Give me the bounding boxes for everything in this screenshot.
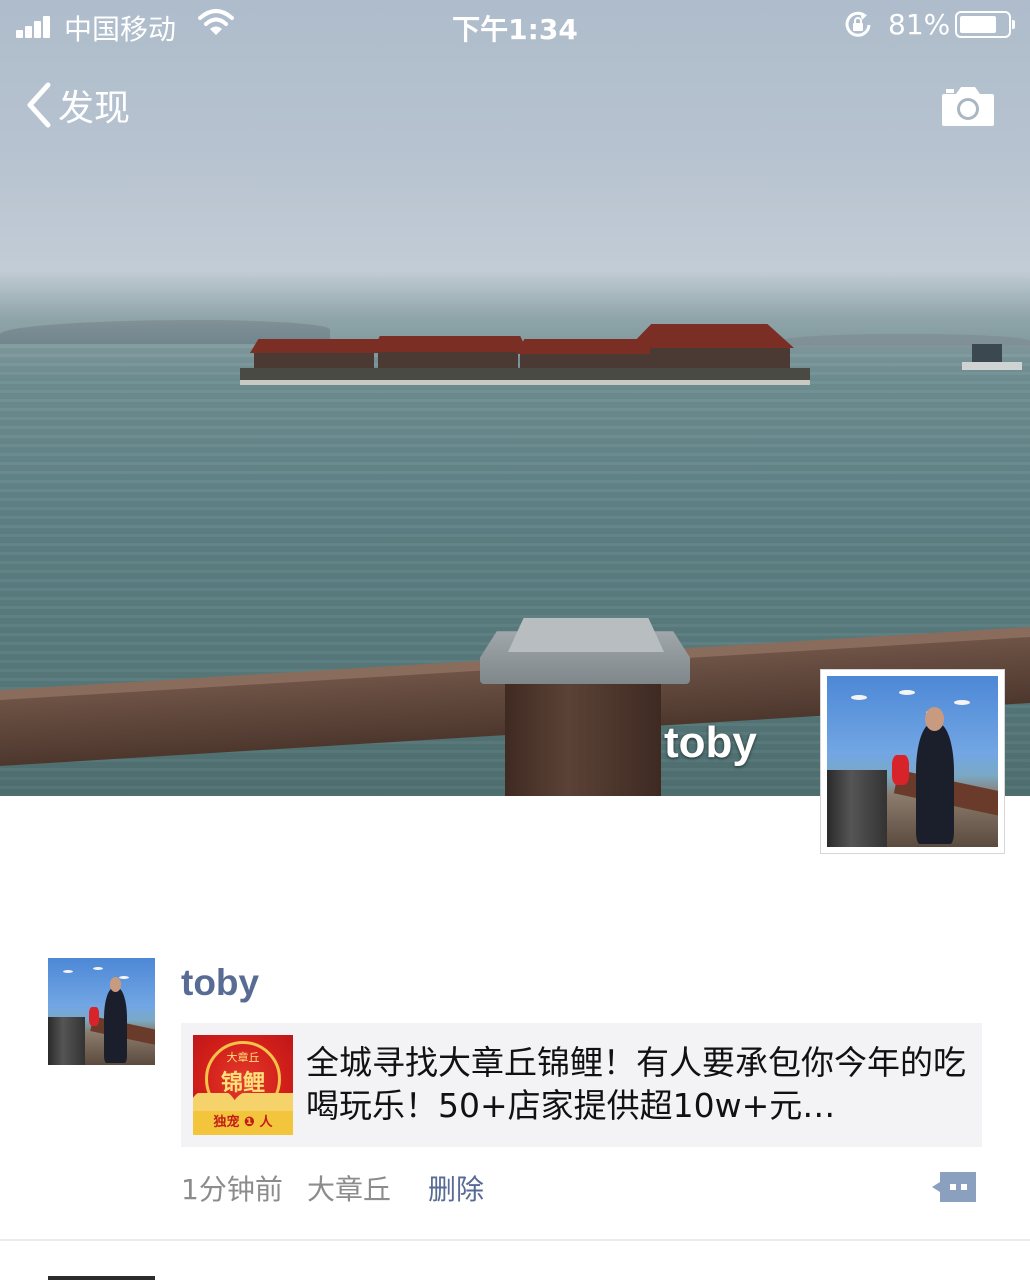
battery-icon bbox=[955, 11, 1015, 38]
floating-houses bbox=[240, 324, 810, 390]
chevron-left-icon bbox=[27, 82, 51, 128]
comment-icon[interactable] bbox=[930, 1170, 978, 1204]
back-label: 发现 bbox=[58, 88, 131, 129]
profile-avatar[interactable] bbox=[820, 669, 1005, 854]
post-author-name[interactable]: toby bbox=[181, 962, 259, 1004]
cover-user-name: toby bbox=[664, 718, 757, 767]
post-author-avatar[interactable] bbox=[48, 958, 155, 1065]
avatar-photo bbox=[827, 676, 998, 847]
avatar-photo bbox=[48, 958, 155, 1065]
share-title: 全城寻找大章丘锦鲤！有人要承包你今年的吃喝玩乐！50+店家提供超10w+元… bbox=[306, 1043, 966, 1125]
post-location[interactable]: 大章丘 bbox=[307, 1168, 391, 1208]
share-thumbnail: 大章丘 锦鲤 独宠 ❶ 人 bbox=[193, 1035, 293, 1135]
next-post-avatar[interactable] bbox=[48, 1276, 155, 1280]
orientation-lock-icon bbox=[845, 11, 871, 37]
shared-link-card[interactable]: 大章丘 锦鲤 独宠 ❶ 人 全城寻找大章丘锦鲤！有人要承包你今年的吃喝玩乐！50… bbox=[181, 1023, 982, 1147]
camera-icon[interactable] bbox=[940, 84, 996, 128]
railing-post bbox=[505, 672, 661, 796]
back-button[interactable]: 发现 bbox=[24, 80, 130, 130]
feed-divider bbox=[0, 1239, 1030, 1241]
delete-button[interactable]: 删除 bbox=[428, 1168, 484, 1208]
status-bar: 中国移动 下午1:34 81% bbox=[0, 0, 1030, 52]
far-structure bbox=[962, 344, 1022, 370]
battery-percent: 81% bbox=[888, 8, 951, 41]
status-time: 下午1:34 bbox=[452, 13, 578, 46]
post-time: 1分钟前 bbox=[181, 1173, 283, 1206]
